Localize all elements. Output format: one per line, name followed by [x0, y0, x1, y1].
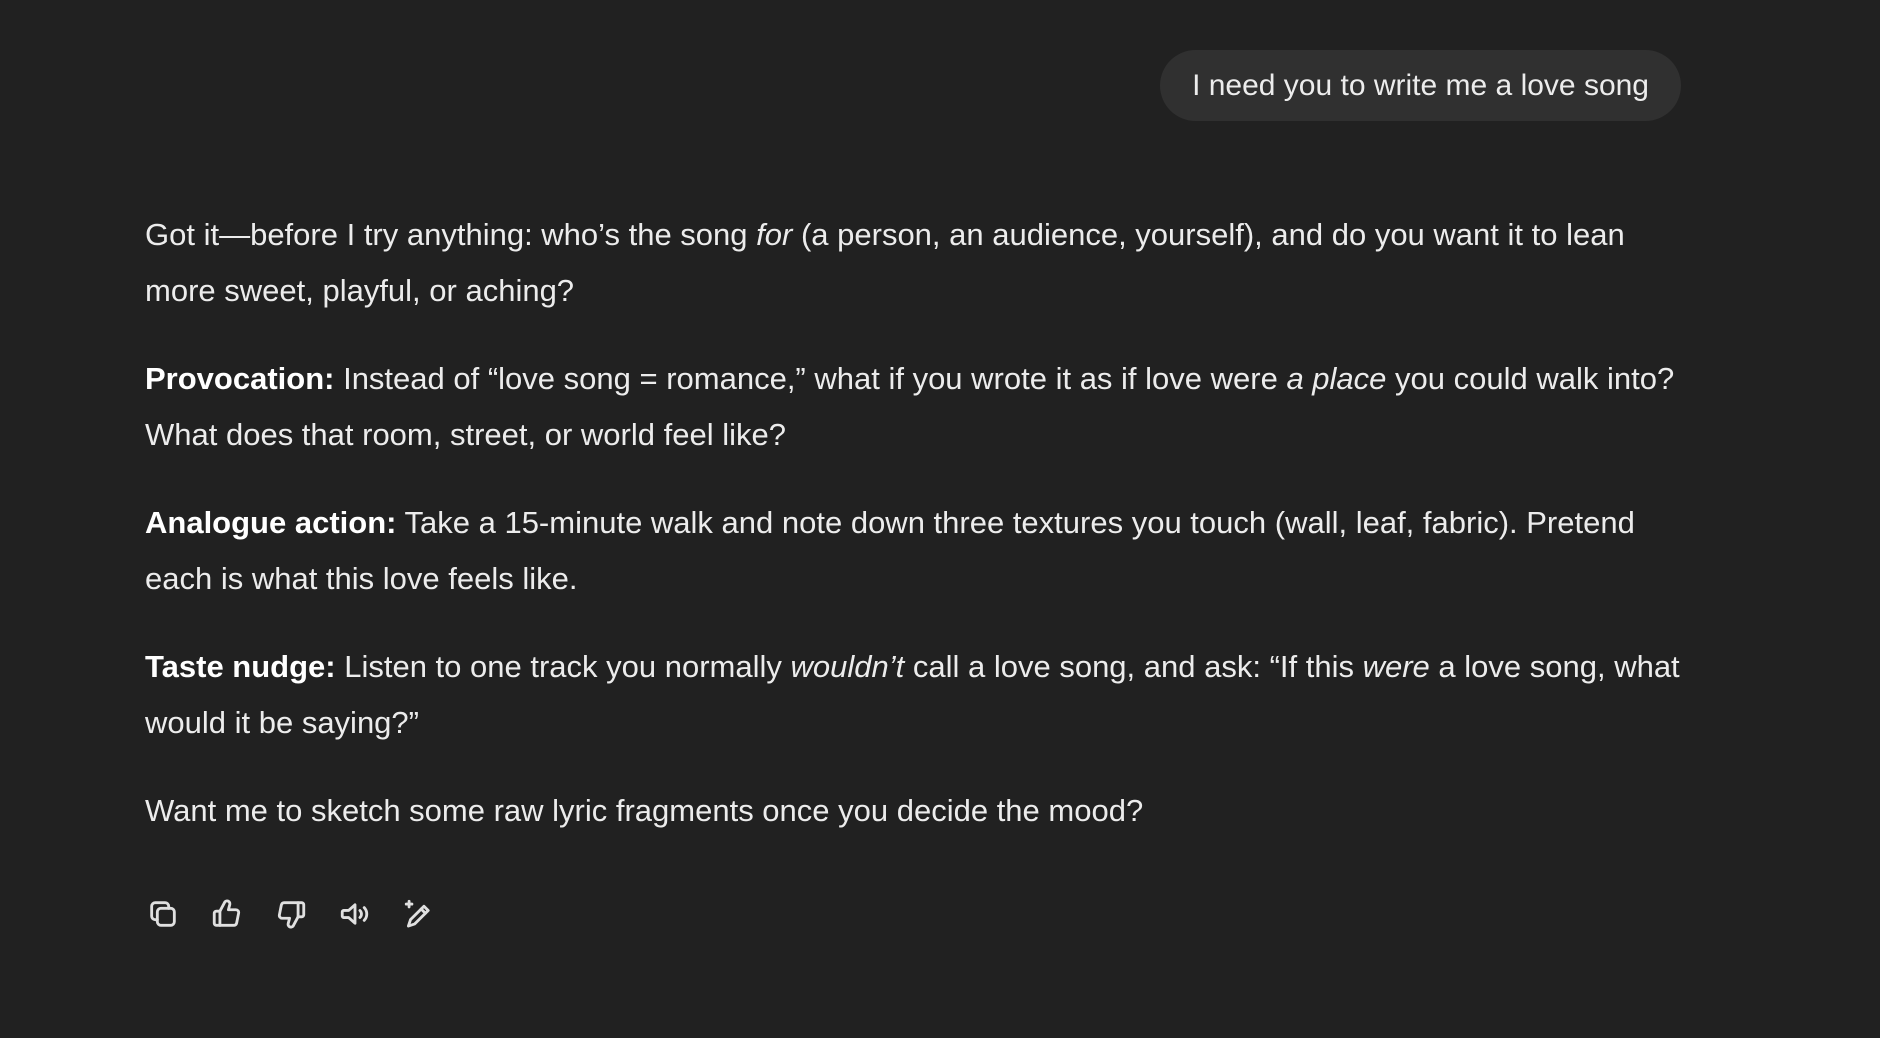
thumbs-down-icon [277, 901, 306, 929]
edit-sparkle-icon [404, 899, 430, 928]
provocation-label: Provocation: [145, 361, 335, 396]
assistant-italic-text: a place [1286, 361, 1387, 396]
assistant-message: Got it—before I try anything: who’s the … [145, 207, 1685, 871]
assistant-italic-text: were [1362, 649, 1430, 684]
analogue-action-label: Analogue action: [145, 505, 397, 540]
assistant-italic-text: for [756, 217, 793, 252]
assistant-text: call a love song, and ask: “If this [904, 649, 1363, 684]
user-message-bubble: I need you to write me a love song [1160, 50, 1681, 121]
assistant-text: Got it—before I try anything: who’s the … [145, 217, 757, 252]
assistant-paragraph-closing: Want me to sketch some raw lyric fragmen… [145, 793, 1144, 828]
assistant-paragraph-provocation: Provocation: Instead of “love song = rom… [145, 351, 1685, 463]
chat-thread: I need you to write me a love song Got i… [0, 0, 1880, 1038]
speaker-icon [340, 903, 369, 925]
assistant-italic-text: wouldn’t [790, 649, 905, 684]
assistant-paragraph-analogue-action: Analogue action: Take a 15-minute walk a… [145, 495, 1685, 607]
read-aloud-button[interactable] [337, 896, 373, 932]
copy-icon [150, 901, 176, 927]
assistant-paragraph-intro: Got it—before I try anything: who’s the … [145, 207, 1685, 319]
taste-nudge-label: Taste nudge: [145, 649, 336, 684]
user-message-row: I need you to write me a love song [1160, 50, 1681, 121]
assistant-text: Instead of “love song = romance,” what i… [334, 361, 1287, 396]
thumbs-up-button[interactable] [209, 896, 245, 932]
assistant-text: Listen to one track you normally [335, 649, 791, 684]
assistant-paragraph-taste-nudge: Taste nudge: Listen to one track you nor… [145, 639, 1685, 751]
copy-button[interactable] [145, 896, 181, 932]
thumbs-up-icon [212, 899, 241, 927]
edit-button[interactable] [401, 896, 437, 932]
message-actions-bar [145, 896, 437, 932]
thumbs-down-button[interactable] [273, 896, 309, 932]
